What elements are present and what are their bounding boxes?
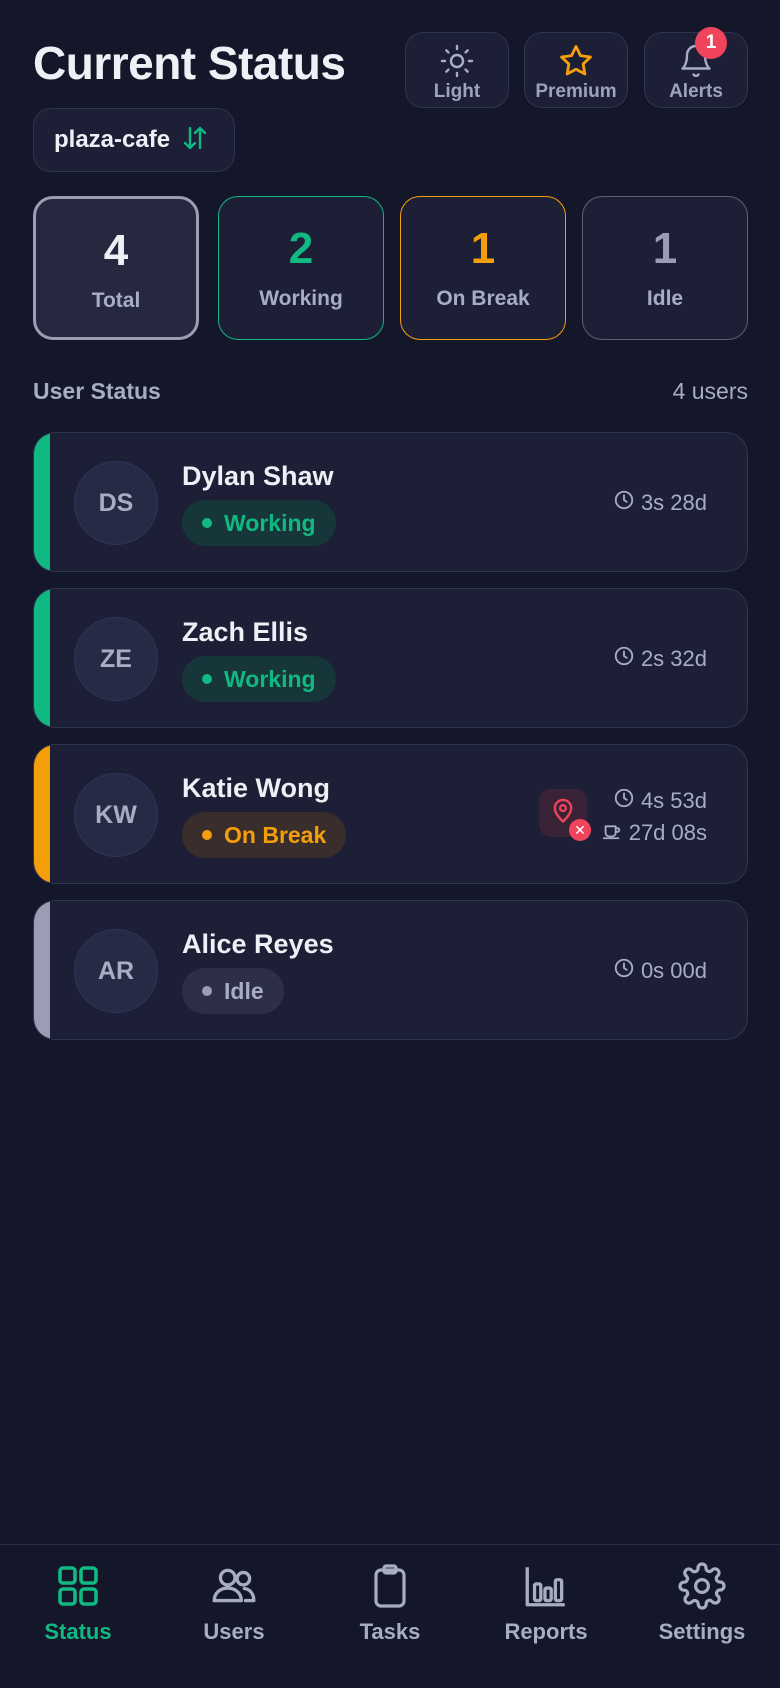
nav-users[interactable]: Users [156,1545,312,1688]
nav-status-label: Status [44,1619,112,1644]
users-icon [209,1561,259,1611]
elapsed-time-value: 2s 32d [640,646,707,671]
on-break-stat-card[interactable]: 1 On Break [400,196,566,340]
status-dot [202,674,212,684]
status-dot [202,518,212,528]
nav-reports[interactable]: Reports [468,1545,624,1688]
working-stat-card[interactable]: 2 Working [218,196,384,340]
user-card[interactable]: ZE Zach Ellis Working 2s 32d [33,588,748,728]
status-badge: On Break [182,812,347,858]
star-icon [557,42,595,80]
app-root: Current Status Light Premium Alerts 1 pl… [0,0,780,1688]
elapsed-time-value: 3s 28d [640,490,707,515]
alerts-count-badge: 1 [695,27,727,59]
nav-tasks[interactable]: Tasks [312,1545,468,1688]
light-button-label: Light [433,81,481,102]
working-label: Working [259,287,343,310]
clipboard-icon [366,1561,414,1611]
avatar: KW [74,773,158,857]
bar-chart-icon [521,1561,571,1611]
status-badge: Working [182,656,336,702]
nav-settings-label: Settings [658,1619,746,1644]
elapsed-time-value: 0s 00d [640,958,707,983]
status-dot [202,830,212,840]
status-label: On Break [224,821,327,848]
user-card[interactable]: DS Dylan Shaw Working 3s 28d [33,432,748,572]
idle-count: 1 [652,224,678,273]
status-label: Idle [224,977,264,1004]
status-accent-bar [34,589,50,727]
status-accent-bar [34,745,50,883]
status-label: Working [224,665,316,692]
idle-label: Idle [646,287,684,310]
swap-arrows-icon [180,123,210,158]
location-selector[interactable]: plaza-cafe [33,108,236,172]
nav-tasks-label: Tasks [359,1619,421,1644]
avatar: ZE [74,617,158,701]
user-name: Katie Wong [182,773,330,803]
status-badge: Idle [182,968,284,1014]
nav-users-label: Users [203,1619,265,1644]
total-label: Total [91,289,141,312]
working-count: 2 [288,224,314,273]
location-name: plaza-cafe [54,126,171,153]
user-name: Zach Ellis [182,617,309,647]
premium-button-label: Premium [535,81,617,102]
idle-stat-card[interactable]: 1 Idle [582,196,748,340]
avatar: DS [74,461,158,545]
status-badge: Working [182,500,336,546]
sun-icon [439,42,475,80]
grid-icon [54,1561,102,1611]
elapsed-time: 2s 32d [613,645,707,673]
elapsed-time: 4s 53d [613,787,707,815]
clock-icon [613,957,635,985]
break-time: 27d 08s [601,819,707,847]
light-theme-button[interactable]: Light [405,32,509,108]
premium-button[interactable]: Premium [524,32,628,108]
elapsed-time: 3s 28d [613,489,707,517]
on-break-label: On Break [436,287,530,310]
coffee-cup-icon [601,819,623,847]
break-time-value: 27d 08s [628,820,707,845]
clock-icon [613,645,635,673]
elapsed-time-value: 4s 53d [640,788,707,813]
user-name: Alice Reyes [182,929,334,959]
status-label: Working [224,509,316,536]
nav-settings[interactable]: Settings [624,1545,780,1688]
status-dot [202,986,212,996]
clock-icon [613,489,635,517]
alerts-button[interactable]: Alerts 1 [644,27,748,108]
total-count: 4 [103,226,129,275]
nav-reports-label: Reports [504,1619,588,1644]
avatar: AR [74,929,158,1013]
total-stat-card[interactable]: 4 Total [33,196,199,340]
alerts-button-label: Alerts [669,81,723,102]
location-warning-button[interactable]: ✕ [539,789,591,841]
bottom-nav: Status Users Tasks Reports Settings [0,1544,780,1688]
status-accent-bar [34,433,50,571]
user-card[interactable]: KW Katie Wong On Break ✕ 4s 53d 27d 08s [33,744,748,884]
gear-icon [678,1561,726,1611]
elapsed-time: 0s 00d [613,957,707,985]
user-count: 4 users [672,378,748,404]
on-break-count: 1 [470,224,496,273]
page-title: Current Status [33,37,346,89]
status-accent-bar [34,901,50,1039]
user-name: Dylan Shaw [182,461,334,491]
section-title: User Status [33,378,161,404]
user-card[interactable]: AR Alice Reyes Idle 0s 00d [33,900,748,1040]
nav-status[interactable]: Status [0,1545,156,1688]
clock-icon [613,787,635,815]
close-icon: ✕ [569,819,591,841]
